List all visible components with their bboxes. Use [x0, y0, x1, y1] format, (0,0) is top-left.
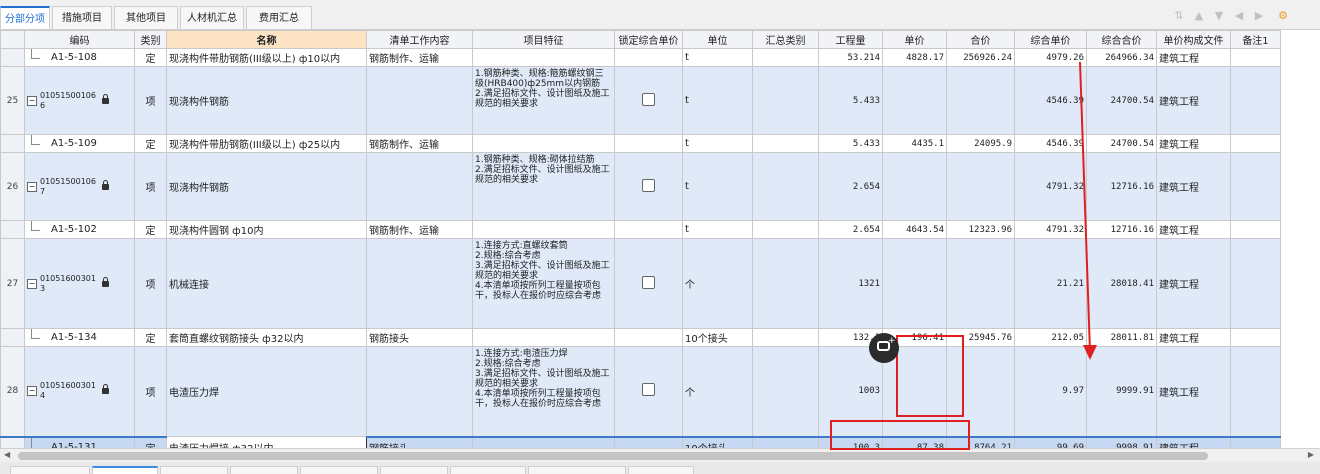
annotation-arrow — [1079, 61, 1097, 360]
camera-add-icon[interactable]: + — [869, 333, 899, 363]
